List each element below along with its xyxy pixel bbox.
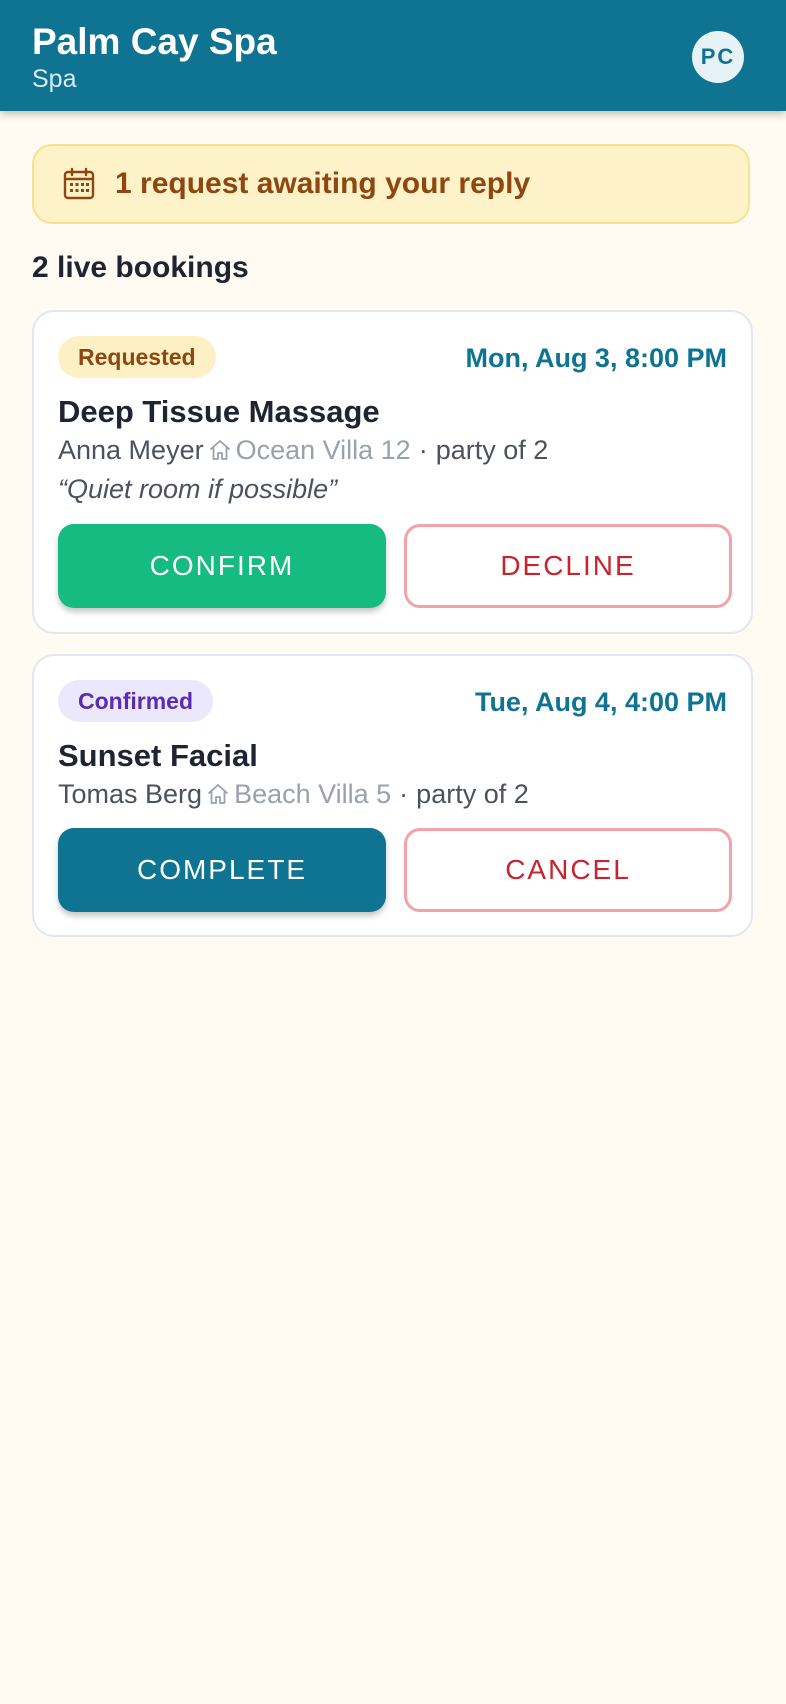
status-badge: Requested [58,336,216,378]
service-name: Sunset Facial [58,738,258,773]
avatar[interactable]: PC [692,31,744,83]
app-title: Palm Cay Spa [32,21,277,62]
cancel-button[interactable]: CANCEL [404,828,732,912]
guest-name: Anna Meyer [58,435,204,465]
separator-dot: · [418,435,428,465]
decline-button[interactable]: DECLINE [404,524,732,608]
booking-details: Anna Meyer Ocean Villa 12 · party of 2 [58,433,548,467]
booking-datetime: Mon, Aug 3, 8:00 PM [465,343,727,373]
alert-message: 1 request awaiting your reply [115,167,531,200]
booking-details: Tomas Berg Beach Villa 5 · party of 2 [58,777,529,811]
room-name: Beach Villa 5 [234,779,392,809]
home-icon [209,440,230,460]
booking-card: Requested Mon, Aug 3, 8:00 PM Deep Tissu… [32,310,753,634]
confirm-button[interactable]: CONFIRM [58,524,386,608]
separator-dot: · [399,779,409,809]
app-subtitle: Spa [32,65,77,93]
status-badge: Confirmed [58,680,213,722]
calendar-icon [63,167,95,200]
party-size: party of 2 [416,779,529,809]
service-name: Deep Tissue Massage [58,394,380,429]
bookings-count-heading: 2 live bookings [32,251,249,284]
booking-card: Confirmed Tue, Aug 4, 4:00 PM Sunset Fac… [32,654,753,937]
booking-datetime: Tue, Aug 4, 4:00 PM [474,687,727,717]
home-icon [208,784,228,804]
complete-button[interactable]: COMPLETE [58,828,386,912]
guest-name: Tomas Berg [58,779,203,809]
app-bar: Palm Cay Spa Spa PC [0,0,786,111]
guest-note: “Quiet room if possible” [58,474,338,504]
party-size: party of 2 [435,435,549,465]
room-name: Ocean Villa 12 [235,435,411,465]
pending-requests-alert[interactable]: 1 request awaiting your reply [32,144,750,224]
